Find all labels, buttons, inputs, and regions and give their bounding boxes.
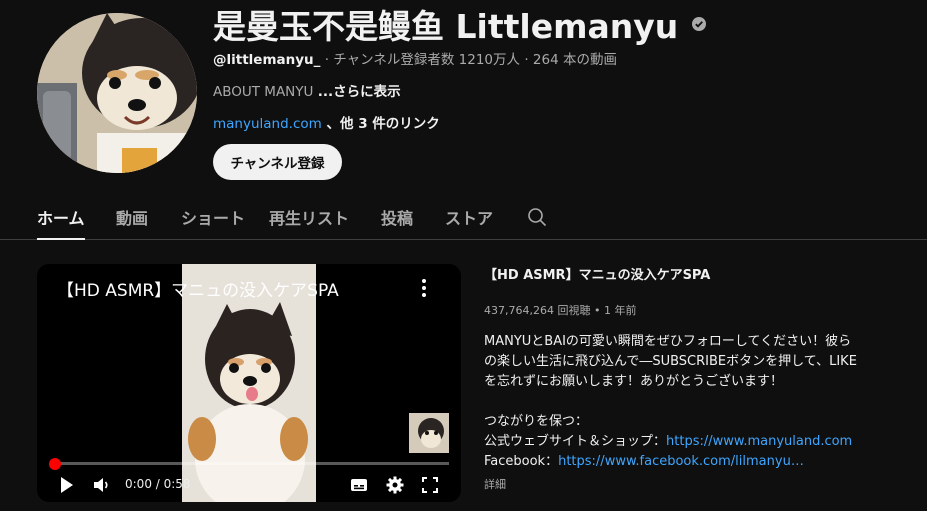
channel-name-text: 是曼玉不是鳗鱼 Littlemanyu (213, 7, 679, 46)
search-icon[interactable] (527, 207, 547, 227)
channel-website-link[interactable]: manyuland.com (213, 116, 322, 132)
tab-community[interactable]: 投稿 (381, 196, 413, 240)
show-more-link[interactable]: ...さらに表示 (318, 84, 401, 100)
gear-icon (386, 476, 404, 494)
channel-avatar[interactable] (37, 13, 197, 173)
featured-video-title[interactable]: 【HD ASMR】マニュの没入ケアSPA (484, 264, 904, 283)
progress-scrubber[interactable] (49, 458, 61, 470)
about-text: ABOUT MANYU (213, 84, 318, 100)
facebook-label: Facebook： (484, 454, 559, 469)
description-line: を忘れずにお願いします！ありがとうございます！ (484, 374, 784, 389)
channel-about[interactable]: ABOUT MANYU ...さらに表示 (213, 80, 401, 100)
description-line: MANYUとBAIの可愛い瞬間をぜひフォローしてください！彼ら (484, 334, 852, 349)
tab-shorts[interactable]: ショート (181, 196, 245, 240)
featured-video-description: MANYUとBAIの可愛い瞬間をぜひフォローしてください！彼ら の楽しい生活に飛… (484, 332, 894, 472)
website-link[interactable]: https://www.manyuland.com (666, 434, 852, 449)
volume-button[interactable] (93, 474, 111, 496)
tab-store[interactable]: ストア (445, 196, 493, 240)
time-display: 0:00 / 0:58 (125, 477, 191, 491)
more-options-icon[interactable] (417, 278, 431, 298)
facebook-link[interactable]: https://www.facebook.com/lilmanyu… (558, 454, 804, 469)
watermark-dog-icon (409, 413, 449, 453)
details-link[interactable]: 詳細 (484, 476, 506, 492)
tab-home[interactable]: ホーム (37, 196, 85, 240)
fullscreen-button[interactable] (422, 474, 438, 496)
progress-bar[interactable] (52, 462, 449, 465)
subscribe-button[interactable]: チャンネル登録 (213, 144, 342, 180)
play-button[interactable] (59, 474, 75, 496)
channel-meta: @littlemanyu_ · チャンネル登録者数 1210万人 · 264 本… (213, 48, 617, 68)
tab-videos[interactable]: 動画 (116, 196, 148, 240)
featured-video-stats: 437,764,264 回視聴 • 1 年前 (484, 304, 637, 317)
channel-title: 是曼玉不是鳗鱼 Littlemanyu (213, 0, 707, 48)
connect-label: つながりを保つ： (484, 414, 589, 429)
more-links-link[interactable]: 、他 3 件のリンク (322, 116, 440, 132)
featured-video-details: 【HD ASMR】マニュの没入ケアSPA 437,764,264 回視聴 • 1… (484, 264, 904, 491)
channel-stats: · チャンネル登録者数 1210万人 · 264 本の動画 (320, 52, 617, 68)
featured-video-player[interactable]: 【HD ASMR】マニュの没入ケアSPA 0:00 / 0:58 (37, 264, 461, 502)
website-line: 公式ウェブサイト＆ショップ：https://www.manyuland.com (484, 432, 894, 452)
channel-tabs: ホーム 動画 ショート 再生リスト 投稿 ストア (0, 196, 927, 240)
play-icon (61, 477, 73, 493)
website-label: 公式ウェブサイト＆ショップ： (484, 434, 667, 449)
volume-icon (94, 478, 108, 492)
captions-button[interactable] (350, 474, 368, 496)
shiba-dog-photo (37, 13, 197, 173)
fullscreen-icon (422, 477, 438, 493)
tab-playlists[interactable]: 再生リスト (269, 196, 349, 240)
channel-handle[interactable]: @littlemanyu_ (213, 52, 320, 68)
settings-button[interactable] (386, 474, 404, 496)
channel-links: manyuland.com 、他 3 件のリンク (213, 112, 440, 132)
verified-badge-icon (692, 17, 707, 31)
facebook-line: Facebook：https://www.facebook.com/lilman… (484, 452, 894, 472)
description-line: の楽しい生活に飛び込んで―SUBSCRIBEボタンを押して、LIKE (484, 354, 857, 369)
player-title[interactable]: 【HD ASMR】マニュの没入ケアSPA (57, 276, 339, 301)
captions-icon (351, 479, 367, 491)
channel-watermark[interactable] (409, 413, 449, 453)
